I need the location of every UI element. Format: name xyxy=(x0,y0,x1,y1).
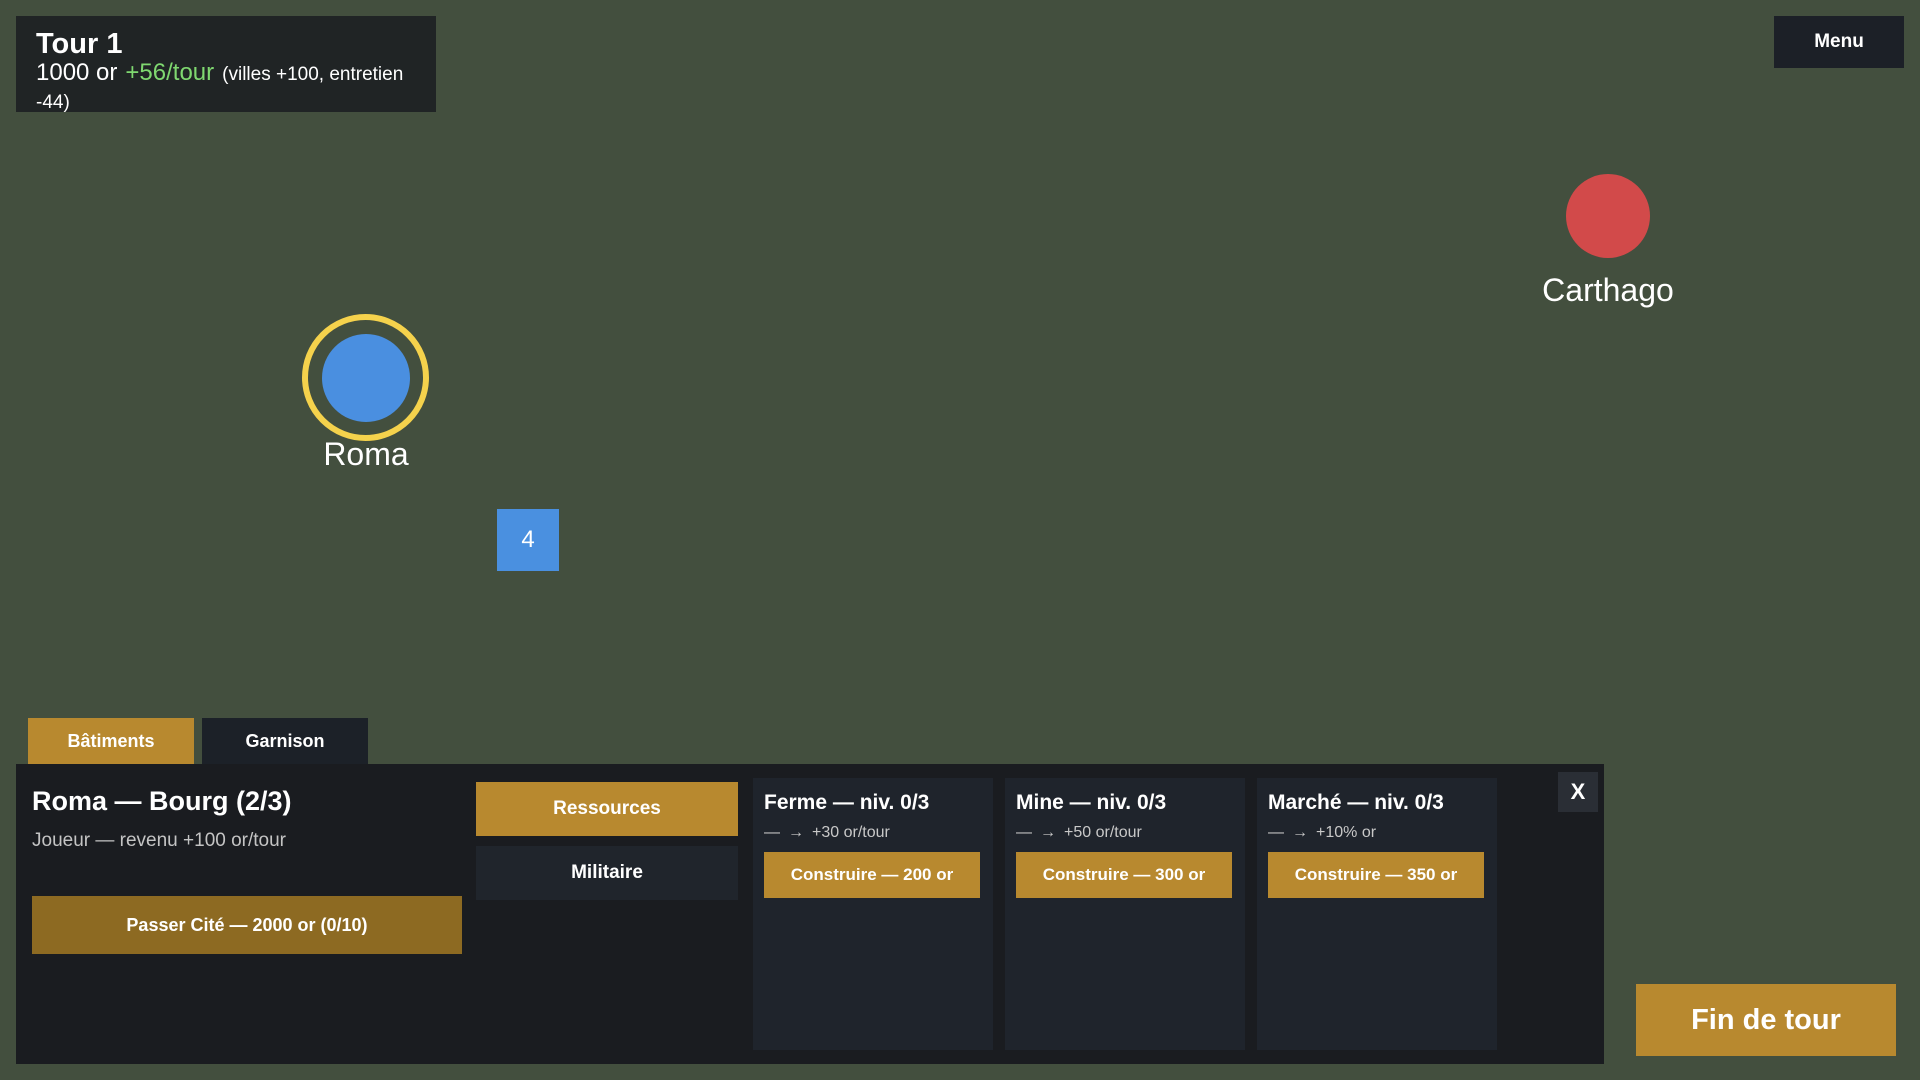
gold-income: +56/tour xyxy=(125,59,215,86)
building-effect: — → +50 or/tour xyxy=(1016,824,1234,842)
category-ressources-button[interactable]: Ressources xyxy=(476,782,738,836)
city-carthago-marker[interactable] xyxy=(1566,174,1650,258)
effect-next: +10% or xyxy=(1316,824,1377,841)
category-militaire-button[interactable]: Militaire xyxy=(476,846,738,900)
arrow-right-icon: → xyxy=(1040,824,1056,841)
army-unit[interactable]: 4 xyxy=(497,509,559,571)
arrow-right-icon: → xyxy=(1292,824,1308,841)
building-title: Marché — niv. 0/3 xyxy=(1268,791,1444,814)
end-turn-button[interactable]: Fin de tour xyxy=(1636,984,1896,1056)
effect-next: +30 or/tour xyxy=(812,824,890,841)
city-panel-title: Roma — Bourg (2/3) xyxy=(32,786,292,816)
menu-button[interactable]: Menu xyxy=(1774,16,1904,68)
tab-garnison[interactable]: Garnison xyxy=(202,718,368,764)
building-title: Mine — niv. 0/3 xyxy=(1016,791,1167,814)
city-panel: Roma — Bourg (2/3) Joueur — revenu +100 … xyxy=(16,764,1604,1064)
city-panel-subtitle: Joueur — revenu +100 or/tour xyxy=(32,830,287,851)
building-card-ferme: Ferme — niv. 0/3 — → +30 or/tour Construir… xyxy=(753,778,993,1050)
turn-counter: Tour 1 xyxy=(36,28,123,60)
city-roma-marker[interactable] xyxy=(322,334,410,422)
arrow-right-icon: → xyxy=(788,824,804,841)
building-card-mine: Mine — niv. 0/3 — → +50 or/tour Construire… xyxy=(1005,778,1245,1050)
building-effect: — → +30 or/tour xyxy=(764,824,982,842)
upgrade-city-button[interactable]: Passer Cité — 2000 or (0/10) xyxy=(32,896,462,954)
effect-next: +50 or/tour xyxy=(1064,824,1142,841)
building-card-marche: Marché — niv. 0/3 — → +10% or Construire —… xyxy=(1257,778,1497,1050)
building-effect: — → +10% or xyxy=(1268,824,1486,842)
build-button[interactable]: Construire — 300 or xyxy=(1016,852,1232,898)
city-carthago-label: Carthago xyxy=(1542,272,1674,308)
city-roma-label: Roma xyxy=(323,436,409,472)
close-panel-button[interactable]: X xyxy=(1558,772,1598,812)
build-button[interactable]: Construire — 350 or xyxy=(1268,852,1484,898)
gold-amount: 1000 or xyxy=(36,59,118,86)
building-title: Ferme — niv. 0/3 xyxy=(764,791,930,814)
effect-current: — xyxy=(764,824,780,841)
effect-current: — xyxy=(1268,824,1284,841)
build-button[interactable]: Construire — 200 or xyxy=(764,852,980,898)
resource-hud: Tour 1 1000 or +56/tour (villes +100, entr… xyxy=(16,16,436,113)
gold-line: 1000 or +56/tour (villes +100, entretien -… xyxy=(36,60,416,116)
effect-current: — xyxy=(1016,824,1032,841)
tab-batiments[interactable]: Bâtiments xyxy=(28,718,194,764)
